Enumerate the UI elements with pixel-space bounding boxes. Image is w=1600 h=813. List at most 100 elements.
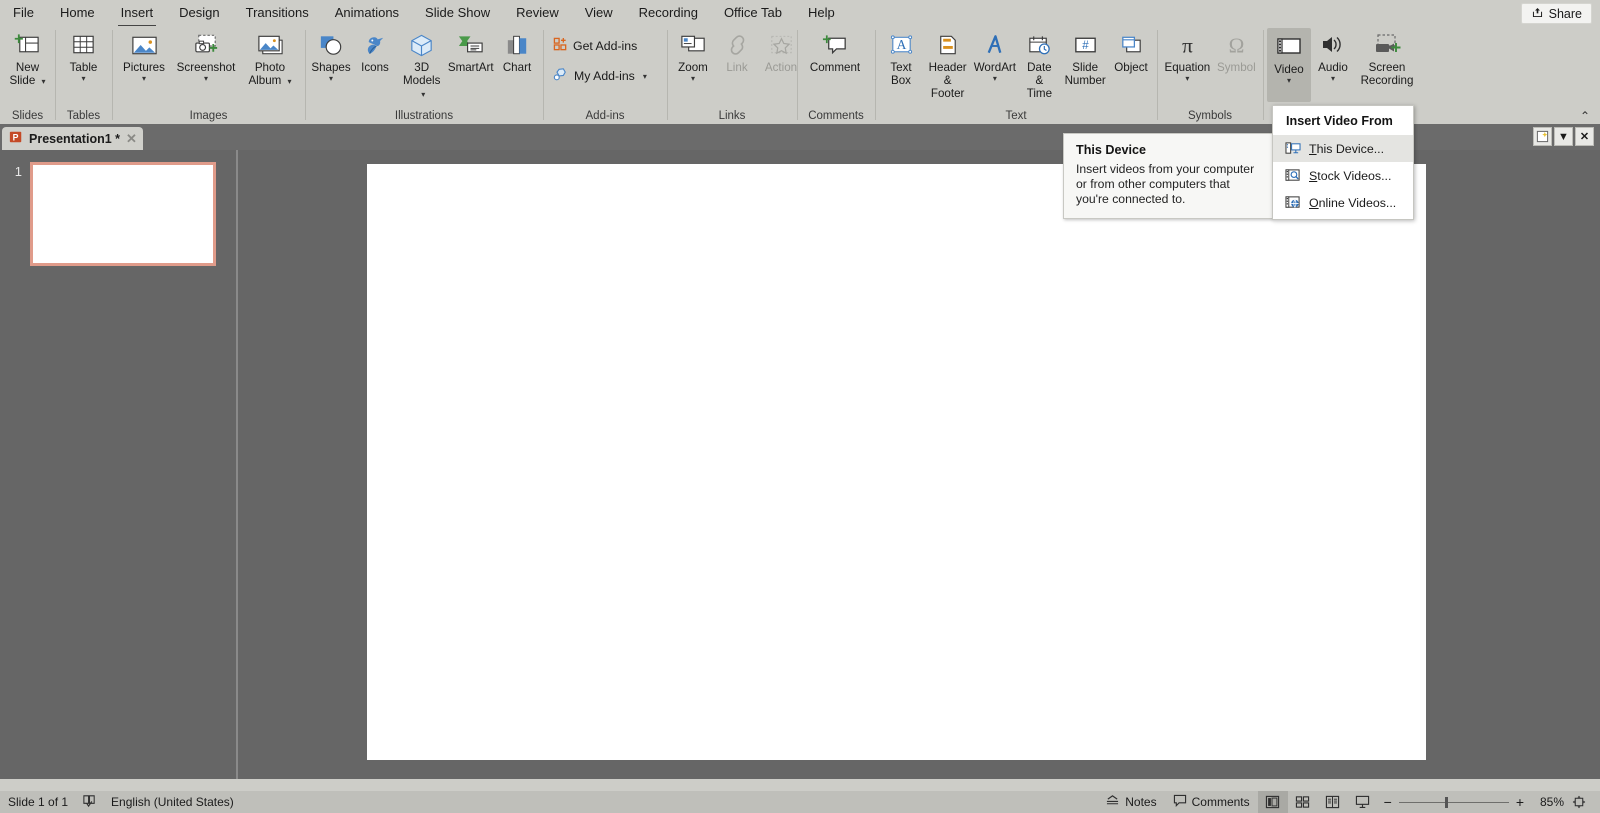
group-label-tables: Tables — [55, 110, 112, 122]
shapes-caret-icon[interactable]: ▾ — [329, 74, 333, 83]
close-pane-button[interactable]: ✕ — [1575, 127, 1594, 146]
my-addins-caret-icon[interactable]: ▾ — [643, 72, 647, 81]
video-icon — [1275, 33, 1303, 61]
3d-models-label: 3DModels ▾ — [402, 61, 441, 101]
wordart-button[interactable]: WordArt ▾ — [972, 28, 1017, 83]
video-button[interactable]: Video ▾ — [1267, 28, 1311, 102]
screenshot-button[interactable]: Screenshot ▾ — [172, 28, 240, 83]
3d-models-button[interactable]: 3DModels ▾ — [397, 28, 446, 101]
tab-review[interactable]: Review — [503, 1, 572, 26]
photo-album-button[interactable]: PhotoAlbum ▾ — [240, 28, 300, 88]
tab-view[interactable]: View — [572, 1, 626, 26]
tab-office-tab[interactable]: Office Tab — [711, 1, 795, 26]
slide-canvas[interactable] — [367, 164, 1426, 760]
tab-recording[interactable]: Recording — [626, 1, 711, 26]
wordart-caret-icon[interactable]: ▾ — [993, 74, 997, 83]
shapes-button[interactable]: Shapes ▾ — [309, 28, 353, 83]
zoom-out-button[interactable]: − — [1384, 794, 1392, 810]
ribbon-group-comments: Comment Comments — [797, 26, 875, 104]
status-bar: Slide 1 of 1 English (United States) Not… — [0, 791, 1600, 813]
close-icon[interactable]: ✕ — [126, 131, 137, 147]
slide-number-icon: # — [1072, 31, 1099, 59]
svg-text:π: π — [1182, 34, 1193, 58]
reading-view-button[interactable] — [1318, 791, 1348, 813]
slide-number-button[interactable]: # SlideNumber — [1061, 28, 1109, 87]
my-addins-icon — [553, 67, 569, 85]
slide-number-label: SlideNumber — [1065, 61, 1106, 87]
comment-button[interactable]: Comment — [801, 28, 869, 74]
tab-transitions[interactable]: Transitions — [233, 1, 322, 26]
object-button[interactable]: Object — [1109, 28, 1153, 74]
my-addins-button[interactable]: My Add-ins ▾ — [547, 64, 653, 88]
comments-label: Comments — [1192, 795, 1250, 809]
audio-caret-icon[interactable]: ▾ — [1331, 74, 1335, 83]
pictures-caret-icon[interactable]: ▾ — [142, 74, 146, 83]
chevron-down-icon[interactable]: ▼ — [1554, 127, 1573, 146]
header-footer-button[interactable]: Header& Footer — [923, 28, 972, 100]
equation-button[interactable]: π Equation ▾ — [1161, 28, 1214, 83]
ribbon-group-illustrations: Shapes ▾ Icons — [305, 26, 543, 104]
menu-item-this-device[interactable]: This Device... — [1273, 135, 1413, 162]
get-addins-button[interactable]: Get Add-ins — [547, 34, 653, 58]
menu-item-stock-videos[interactable]: Stock Videos... — [1273, 162, 1413, 189]
tab-help[interactable]: Help — [795, 1, 848, 26]
slideshow-button[interactable] — [1348, 791, 1378, 813]
menu-item-online-videos[interactable]: Online Videos... — [1273, 189, 1413, 216]
tab-home[interactable]: Home — [47, 1, 108, 26]
fit-slide-icon[interactable] — [1564, 791, 1594, 813]
menu-item-label: Online Videos... — [1309, 196, 1396, 210]
zoom-in-button[interactable]: + — [1516, 794, 1524, 810]
notes-button[interactable]: Notes — [1097, 791, 1164, 813]
tab-insert[interactable]: Insert — [108, 1, 167, 26]
group-label-images: Images — [112, 110, 305, 122]
slide-thumbnail-pane[interactable]: 1 — [0, 150, 236, 779]
document-tab-title: Presentation1 * — [29, 132, 120, 146]
slide-thumbnail[interactable] — [30, 162, 216, 266]
pictures-button[interactable]: Pictures ▾ — [116, 28, 172, 83]
video-caret-icon[interactable]: ▾ — [1287, 76, 1291, 85]
object-icon — [1118, 31, 1145, 59]
smartart-button[interactable]: SmartArt — [446, 28, 495, 74]
my-addins-label: My Add-ins — [574, 69, 635, 83]
tab-slide-show[interactable]: Slide Show — [412, 1, 503, 26]
ribbon-group-slides: NewSlide ▾ Slides — [0, 26, 55, 104]
new-slide-button[interactable]: NewSlide ▾ — [4, 28, 51, 88]
audio-button[interactable]: Audio ▾ — [1311, 28, 1355, 83]
svg-text:P: P — [13, 133, 19, 143]
design-ideas-button[interactable] — [1533, 127, 1552, 146]
equation-icon: π — [1174, 31, 1201, 59]
share-icon — [1531, 6, 1544, 22]
document-tab[interactable]: P Presentation1 * ✕ — [2, 127, 143, 150]
icons-button[interactable]: Icons — [353, 28, 397, 74]
thumbnail-item[interactable]: 1 — [10, 162, 216, 266]
equation-caret-icon[interactable]: ▾ — [1185, 74, 1189, 83]
tab-file[interactable]: File — [0, 1, 47, 26]
screen-recording-button[interactable]: ScreenRecording — [1355, 28, 1419, 87]
chevron-up-icon[interactable]: ⌃ — [1580, 109, 1590, 123]
tab-animations[interactable]: Animations — [322, 1, 412, 26]
zoom-track[interactable] — [1399, 802, 1509, 803]
slide-sorter-button[interactable] — [1288, 791, 1318, 813]
slide-count-label: Slide 1 of 1 — [8, 795, 68, 809]
zoom-thumb[interactable] — [1445, 797, 1448, 808]
language-label[interactable]: English (United States) — [111, 795, 234, 809]
chart-button[interactable]: Chart — [495, 28, 539, 74]
group-label-links: Links — [667, 110, 797, 122]
zoom-level-label[interactable]: 85% — [1530, 795, 1564, 809]
table-button[interactable]: Table ▾ — [59, 28, 108, 83]
pane-controls: ▼ ✕ — [1533, 127, 1594, 146]
screenshot-caret-icon[interactable]: ▾ — [204, 74, 208, 83]
spellcheck-icon[interactable] — [82, 793, 97, 811]
text-box-button[interactable]: A TextBox — [879, 28, 923, 87]
tab-design[interactable]: Design — [166, 1, 232, 26]
comments-button[interactable]: Comments — [1165, 791, 1258, 813]
normal-view-button[interactable] — [1258, 791, 1288, 813]
group-label-illustrations: Illustrations — [305, 110, 543, 122]
zoom-label: Zoom — [678, 61, 708, 74]
zoom-caret-icon[interactable]: ▾ — [691, 74, 695, 83]
table-caret-icon[interactable]: ▾ — [81, 74, 85, 83]
share-button[interactable]: Share — [1521, 3, 1592, 24]
date-time-button[interactable]: Date &Time — [1017, 28, 1061, 100]
zoom-slider[interactable]: − + — [1378, 794, 1530, 810]
zoom-button[interactable]: Zoom ▾ — [671, 28, 715, 83]
